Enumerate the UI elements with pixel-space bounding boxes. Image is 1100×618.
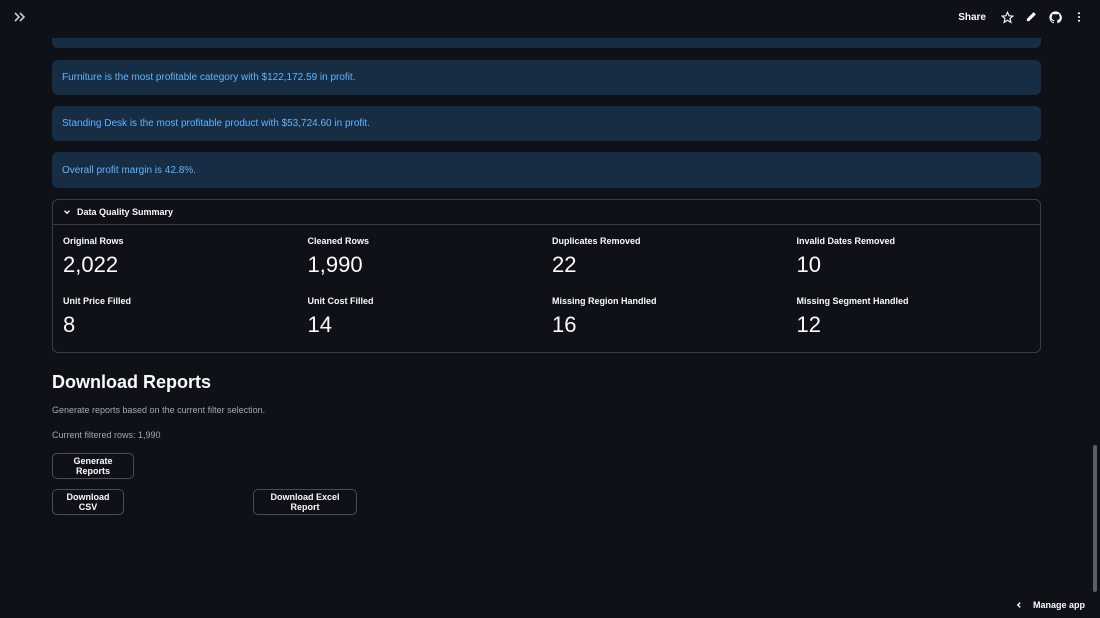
metric: Duplicates Removed 22 [552, 236, 797, 286]
metric: Invalid Dates Removed 10 [797, 236, 1042, 286]
metric-value: 10 [796, 252, 821, 277]
metric-label: Unit Cost Filled [307, 296, 374, 306]
filtered-rows-caption: Current filtered rows: 1,990 [52, 430, 161, 440]
manage-app-label: Manage app [1032, 600, 1085, 610]
share-button[interactable]: Share [958, 12, 986, 23]
info-alert-text: Overall profit margin is 42.8%. [62, 164, 196, 176]
info-alert: Overall profit margin is 42.8%. [52, 152, 1041, 188]
download-csv-button[interactable]: Download CSV [52, 489, 124, 515]
kebab-menu-icon[interactable] [1072, 10, 1086, 24]
metric-label: Missing Segment Handled [796, 296, 909, 306]
metric-label: Invalid Dates Removed [796, 236, 896, 246]
metric-label: Duplicates Removed [552, 236, 641, 246]
metric: Cleaned Rows 1,990 [308, 236, 553, 286]
section-title: Download Reports [52, 372, 212, 392]
pencil-icon[interactable] [1024, 10, 1038, 24]
github-icon[interactable] [1048, 10, 1062, 24]
metric-value: 8 [63, 312, 76, 337]
manage-app-button[interactable]: Manage app [1015, 600, 1085, 610]
metric: Missing Region Handled 16 [552, 296, 797, 346]
download-excel-button[interactable]: Download Excel Report [253, 489, 357, 515]
info-alert: Furniture is the most profitable categor… [52, 60, 1041, 95]
chevron-down-icon [63, 208, 71, 216]
expand-sidebar-icon[interactable] [12, 9, 30, 27]
info-alert: Standing Desk is the most profitable pro… [52, 106, 1041, 141]
metric-value: 16 [552, 312, 577, 337]
metrics-grid: Original Rows 2,022 Cleaned Rows 1,990 D… [63, 236, 1033, 346]
metric-value: 12 [796, 312, 821, 337]
expander-title: Data Quality Summary [77, 207, 174, 217]
metric: Unit Cost Filled 14 [308, 296, 553, 346]
metric-label: Unit Price Filled [63, 296, 132, 306]
metric-value: 14 [307, 312, 332, 337]
metric-value: 22 [552, 252, 577, 277]
data-quality-expander-header[interactable]: Data Quality Summary [53, 200, 1040, 225]
metric-label: Cleaned Rows [307, 236, 370, 246]
info-alert-text: Standing Desk is the most profitable pro… [62, 118, 370, 129]
generate-reports-button[interactable]: Generate Reports [52, 453, 134, 479]
toolbar-actions: Share [958, 10, 1086, 24]
data-quality-expander: Data Quality Summary Original Rows 2,022… [52, 199, 1041, 353]
info-alert-text: Furniture is the most profitable categor… [62, 72, 356, 83]
metric-value: 1,990 [307, 252, 363, 277]
metric-label: Original Rows [63, 236, 124, 246]
metric: Missing Segment Handled 12 [797, 296, 1042, 346]
metric-value: 2,022 [63, 252, 119, 277]
download-description: Generate reports based on the current fi… [52, 405, 266, 415]
scrollbar[interactable] [1093, 445, 1097, 592]
chevron-left-icon [1015, 601, 1023, 609]
metric: Unit Price Filled 8 [63, 296, 308, 346]
app-toolbar: Share [0, 0, 1100, 38]
metric: Original Rows 2,022 [63, 236, 308, 286]
star-icon[interactable] [1000, 10, 1014, 24]
metric-label: Missing Region Handled [552, 296, 657, 306]
